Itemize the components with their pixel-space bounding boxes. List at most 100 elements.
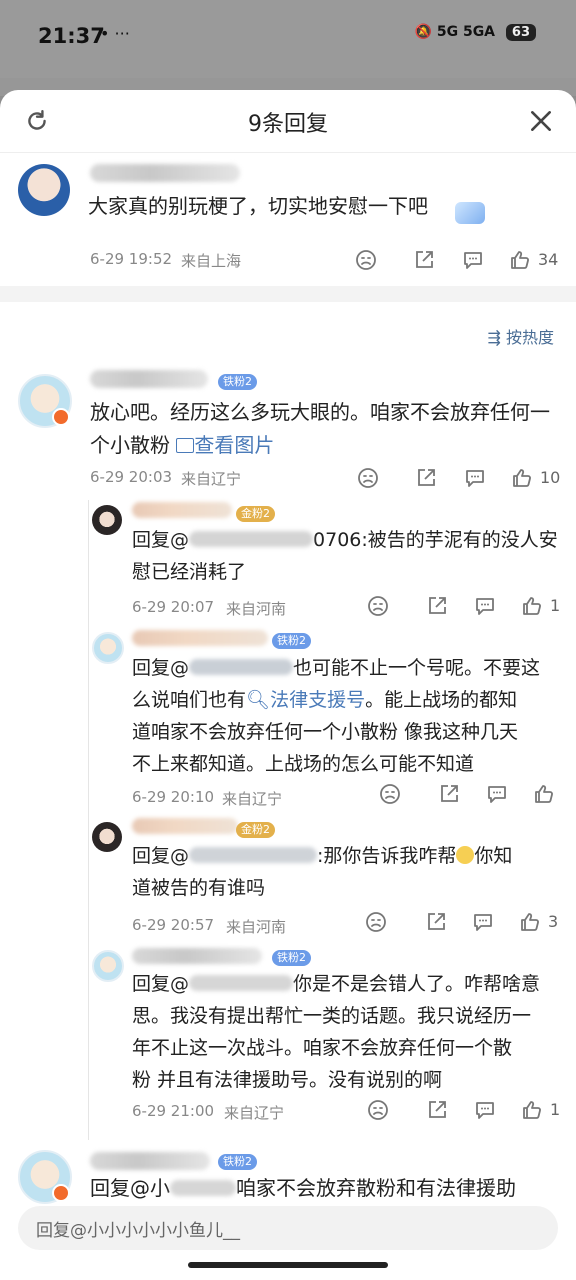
like-icon[interactable]: [520, 594, 544, 618]
reply-prefix: 回复@: [132, 973, 190, 995]
blurred-mention: [189, 531, 314, 547]
last-reply-text: 回复@小 咱家不会放弃散粉和有法律援助: [90, 1172, 570, 1200]
home-indicator[interactable]: [188, 1262, 388, 1268]
reply-username[interactable]: [90, 1152, 210, 1170]
share-icon[interactable]: [424, 910, 448, 934]
subreply-like-count: 1: [550, 596, 561, 615]
dislike-icon[interactable]: [356, 466, 380, 490]
reply-like-count: 10: [540, 468, 561, 487]
subreply-username[interactable]: [132, 630, 268, 646]
share-icon[interactable]: [414, 466, 438, 490]
subreply-line2-pre: 么说咱们也有: [132, 689, 247, 711]
fan-badge: 金粉2: [236, 822, 275, 838]
like-icon[interactable]: [518, 910, 542, 934]
last-reply-suffix: 咱家不会放弃散粉和有法律援助: [236, 1176, 516, 1200]
view-image-label: 查看图片: [194, 433, 275, 457]
status-time: 21:37: [38, 24, 105, 48]
like-icon[interactable]: [508, 248, 532, 272]
sort-by-hot[interactable]: ⇶ 按热度: [487, 324, 554, 348]
reply-text-line1: 放心吧。经历这么多玩大眼的。咱家不会放弃任何一: [90, 400, 550, 424]
more-dots-icon: • ···: [100, 24, 130, 43]
subreply-location: 来自辽宁: [224, 1104, 285, 1122]
main-comment-username[interactable]: [90, 164, 240, 182]
subreply-avatar[interactable]: [92, 505, 122, 535]
dislike-icon[interactable]: [366, 1098, 390, 1122]
close-icon[interactable]: [528, 108, 554, 134]
main-like-count: 34: [538, 250, 559, 269]
comment-icon[interactable]: [473, 1098, 497, 1122]
subreply-line1: 0706:被告的芋泥有的没人安: [313, 529, 558, 551]
subreply-text: 回复@ 0706:被告的芋泥有的没人安 慰已经消耗了: [132, 524, 562, 588]
replies-sheet: 9条回复 大家真的别玩梗了，切实地安慰一下吧 6-29 19:52 来自上海 3…: [0, 90, 576, 1280]
subreply-avatar[interactable]: [92, 822, 122, 852]
status-bar: 21:37 • ··· 🔕 5G 5GA 63: [0, 0, 576, 78]
dislike-icon[interactable]: [364, 910, 388, 934]
signal-icon: 5G 5GA: [436, 24, 496, 40]
dislike-icon[interactable]: [354, 248, 378, 272]
subreply-like-count: 1: [550, 1100, 561, 1119]
subreply-line3: 年不止这一次战斗。咱家不会放弃任何一个散: [132, 1037, 513, 1059]
comment-icon[interactable]: [485, 782, 509, 806]
comment-icon[interactable]: [463, 466, 487, 490]
avatar-badge: [52, 1184, 70, 1202]
subreply-avatar[interactable]: [92, 632, 124, 664]
battery-icon: 63: [505, 24, 536, 41]
comment-icon[interactable]: [473, 594, 497, 618]
reply-prefix: 回复@: [132, 529, 190, 551]
subreply-line2: 慰已经消耗了: [132, 561, 247, 583]
subreply-username[interactable]: [132, 948, 262, 964]
subreply-line1b: 你知: [474, 845, 513, 867]
dislike-icon[interactable]: [378, 782, 402, 806]
main-comment-avatar[interactable]: [18, 164, 70, 216]
fan-badge: 铁粉2: [218, 1154, 257, 1170]
sheet-title: 9条回复: [248, 112, 328, 137]
subreply-location: 来自河南: [226, 918, 287, 936]
like-icon[interactable]: [520, 1098, 544, 1122]
subreply-location: 来自河南: [226, 600, 287, 618]
share-icon[interactable]: [437, 782, 461, 806]
view-image-link[interactable]: 查看图片: [176, 433, 274, 457]
like-icon[interactable]: [532, 782, 556, 806]
subreply-time: 6-29 20:07: [132, 598, 215, 616]
section-divider: [0, 286, 576, 302]
subreply-line3: 道咱家不会放弃任何一个小散粉 像我这种几天: [132, 721, 519, 743]
main-comment-location: 来自上海: [181, 252, 242, 270]
blurred-mention: [189, 847, 318, 863]
subreply-line1: 你是不是会错人了。咋帮啥意: [293, 973, 541, 995]
subreply-line2: 思。我没有提出帮忙一类的话题。我只说经历一: [132, 1005, 532, 1027]
legal-support-link[interactable]: 🔍︎法律支援号: [246, 689, 365, 711]
subreply-username[interactable]: [132, 818, 238, 834]
reply-input[interactable]: 回复@小小小小小小鱼儿__: [18, 1206, 558, 1250]
comment-icon[interactable]: [461, 248, 485, 272]
reply-username[interactable]: [90, 370, 208, 388]
sticker-icon: [455, 202, 485, 224]
reply-prefix: 回复@小: [90, 1176, 170, 1200]
subreply-username[interactable]: [132, 502, 232, 518]
subreply-text: 回复@ 也可能不止一个号呢。不要这 么说咱们也有🔍︎法律支援号。能上战场的都知 道…: [132, 652, 562, 780]
main-comment-text: 大家真的别玩梗了，切实地安慰一下吧: [88, 194, 428, 218]
sort-icon: ⇶: [487, 328, 501, 347]
comment-icon[interactable]: [471, 910, 495, 934]
subreply-text: 回复@:那你告诉我咋帮 你知 道被告的有谁吗: [132, 840, 562, 904]
like-icon[interactable]: [510, 466, 534, 490]
subreply-text: 回复@ 你是不是会错人了。咋帮啥意 思。我没有提出帮忙一类的话题。我只说经历一 年…: [132, 968, 562, 1096]
dislike-icon[interactable]: [366, 594, 390, 618]
subreply-line4: 不上来都知道。上战场的怎么可能不知道: [132, 753, 475, 775]
subreply-avatar[interactable]: [92, 950, 124, 982]
share-icon[interactable]: [425, 1098, 449, 1122]
subreply-line1: 也可能不止一个号呢。不要这: [293, 657, 541, 679]
share-icon[interactable]: [425, 594, 449, 618]
fan-badge: 铁粉2: [272, 950, 311, 966]
fan-badge: 金粉2: [236, 506, 275, 522]
thread-line: [88, 500, 89, 1140]
share-icon[interactable]: [412, 248, 436, 272]
reply-input-placeholder: 回复@小小小小小小鱼儿__: [36, 1221, 240, 1241]
blurred-mention: [189, 975, 294, 991]
blurred-mention: [189, 659, 294, 675]
fan-badge: 铁粉2: [218, 374, 257, 390]
search-icon: 🔍︎: [246, 689, 271, 711]
reply-text-line2: 个小散粉: [90, 433, 170, 457]
status-indicators: 🔕 5G 5GA 63: [415, 24, 536, 41]
subreply-time: 6-29 20:57: [132, 916, 215, 934]
reply-time: 6-29 20:03: [90, 468, 173, 486]
